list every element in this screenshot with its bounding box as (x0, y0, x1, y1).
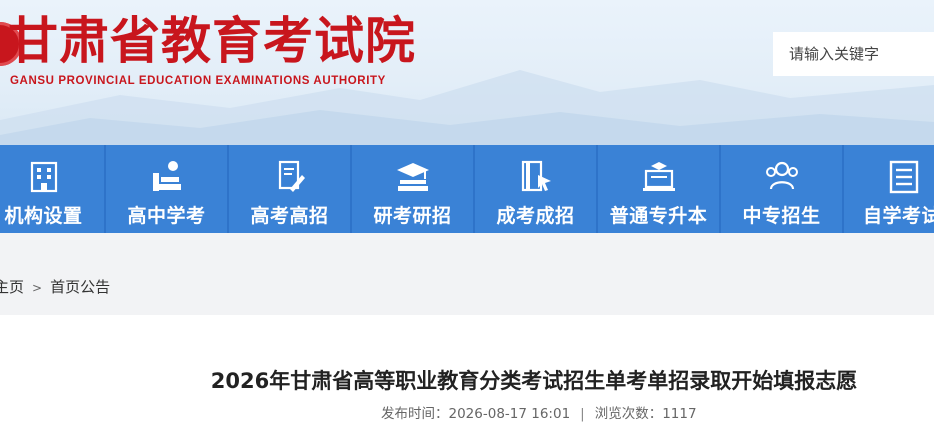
main-nav: 机构设置 高中学考 高考高招 研考研招 成考成招 普通专升本 中专招生 自学考试 (0, 145, 934, 233)
nav-item-zhuanshengben[interactable]: 普通专升本 (598, 145, 719, 233)
book-cursor-icon (521, 160, 551, 192)
views-label: 浏览次数： (594, 406, 663, 422)
article-meta: 发布时间：2026-08-17 16:01 | 浏览次数：1117 (381, 402, 697, 422)
document-pen-icon (278, 160, 305, 192)
nav-label: 自学考试 (863, 205, 934, 227)
views-count: 1117 (662, 406, 697, 422)
nav-item-gaozhong[interactable]: 高中学考 (106, 145, 227, 233)
graduation-cap-books-icon (396, 163, 429, 191)
books-apple-icon (152, 161, 181, 191)
nav-item-zhongzhuan[interactable]: 中专招生 (721, 145, 842, 233)
breadcrumb-home-link[interactable]: 主页 (0, 278, 24, 296)
search-input[interactable] (773, 32, 934, 76)
nav-item-chengkao[interactable]: 成考成招 (475, 145, 596, 233)
nav-label: 机构设置 (4, 205, 83, 227)
nav-item-gaokao[interactable]: 高考高招 (229, 145, 350, 233)
site-title[interactable]: 甘肃省教育考试院 (8, 8, 416, 74)
breadcrumb-band (0, 233, 934, 315)
people-icon (765, 161, 798, 190)
nav-item-yankao[interactable]: 研考研招 (352, 145, 473, 233)
breadcrumb-current-link[interactable]: 首页公告 (50, 278, 110, 296)
breadcrumb: 主页 > 首页公告 (0, 276, 110, 297)
site-header: 甘肃省教育考试院 GANSU PROVINCIAL EDUCATION EXAM… (0, 0, 934, 145)
nav-label: 高考高招 (250, 205, 329, 227)
building-icon (30, 161, 57, 193)
nav-label: 高中学考 (127, 205, 206, 227)
nav-item-jigou[interactable]: 机构设置 (0, 145, 104, 233)
meta-separator: | (580, 406, 585, 422)
nav-label: 中专招生 (742, 205, 821, 227)
nav-label: 研考研招 (373, 205, 452, 227)
list-document-icon (889, 160, 919, 194)
publish-time: 2026-08-17 16:01 (448, 406, 571, 422)
nav-label: 成考成招 (496, 205, 575, 227)
site-subtitle: GANSU PROVINCIAL EDUCATION EXAMINATIONS … (10, 75, 386, 87)
publish-label: 发布时间： (381, 406, 449, 422)
nav-item-zixue[interactable]: 自学考试 (844, 145, 934, 233)
nav-label: 普通专升本 (609, 205, 708, 227)
laptop-cap-icon (642, 162, 675, 191)
breadcrumb-separator: > (32, 281, 43, 295)
article-title: 2026年甘肃省高等职业教育分类考试招生单考单招录取开始填报志愿 (210, 369, 858, 393)
